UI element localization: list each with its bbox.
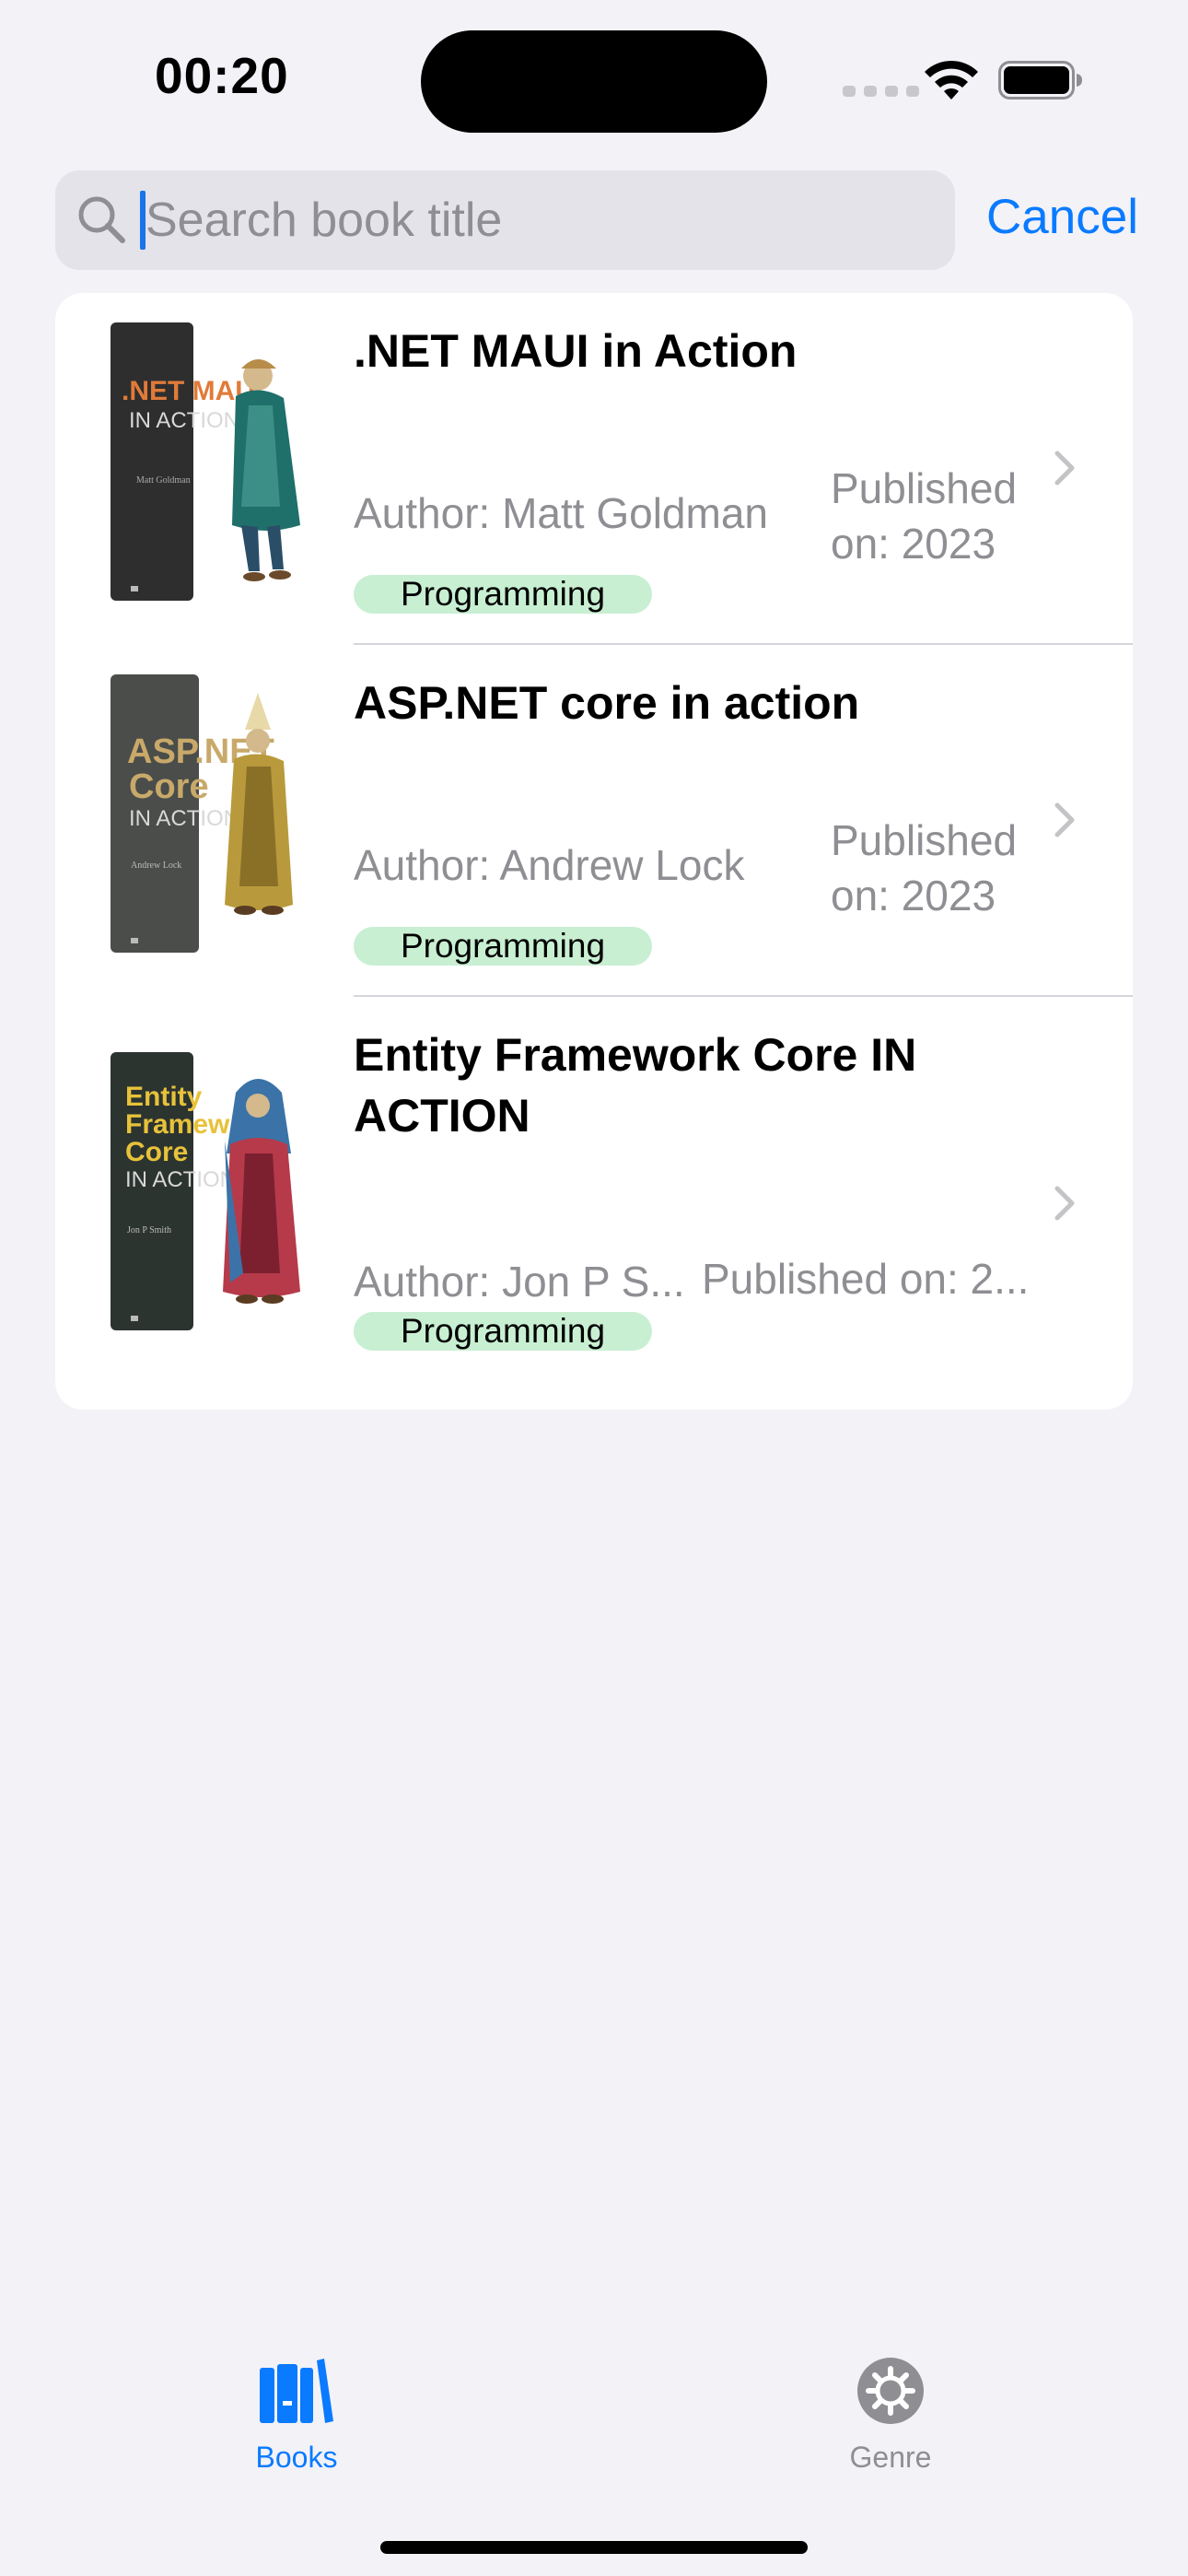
chevron-right-icon bbox=[1054, 802, 1075, 837]
book-published-date: Published on: 2023 bbox=[831, 464, 1018, 568]
chevron-right-icon bbox=[1054, 451, 1075, 486]
tab-books[interactable]: Books bbox=[204, 2354, 389, 2475]
chevron-right-icon bbox=[1054, 1186, 1075, 1221]
status-time: 00:20 bbox=[155, 47, 289, 104]
book-cover-image: ASP.NET Core IN ACTION Andrew Lock bbox=[111, 674, 319, 953]
svg-text:Matt Goldman: Matt Goldman bbox=[136, 475, 191, 486]
book-cover-image: Entity Framework Core IN ACTION Jon P Sm… bbox=[111, 1052, 319, 1330]
book-title: Entity Framework Core IN ACTION bbox=[354, 1029, 917, 1142]
svg-text:IN ACTION: IN ACTION bbox=[125, 1167, 236, 1192]
tab-label: Genre bbox=[849, 2441, 932, 2474]
svg-text:IN ACTION: IN ACTION bbox=[129, 408, 239, 433]
battery-icon bbox=[998, 61, 1082, 100]
dynamic-island bbox=[421, 30, 767, 133]
search-input[interactable] bbox=[146, 170, 938, 270]
genre-badge: Programming bbox=[354, 575, 652, 614]
book-cover-image: .NET MAUI IN ACTION Matt Goldman bbox=[111, 322, 319, 601]
svg-text:Andrew Lock: Andrew Lock bbox=[131, 861, 181, 871]
book-title: .NET MAUI in Action bbox=[354, 325, 798, 377]
book-row[interactable]: ASP.NET Core IN ACTION Andrew Lock ASP.N… bbox=[55, 645, 1133, 997]
svg-text:Core: Core bbox=[125, 1137, 188, 1167]
book-row[interactable]: .NET MAUI IN ACTION Matt Goldman .NET MA… bbox=[55, 293, 1133, 645]
book-row[interactable]: Entity Framework Core IN ACTION Jon P Sm… bbox=[55, 997, 1133, 1410]
svg-text:Core: Core bbox=[129, 767, 209, 806]
books-icon bbox=[260, 2359, 333, 2423]
cellular-signal-icon bbox=[843, 86, 919, 97]
tab-label: Books bbox=[255, 2441, 338, 2474]
genre-badge: Programming bbox=[354, 1312, 652, 1351]
search-icon bbox=[78, 196, 125, 243]
gear-icon bbox=[857, 2358, 924, 2424]
book-published-date: Published on: 2023 bbox=[831, 816, 1018, 919]
tab-genre[interactable]: Genre bbox=[798, 2354, 983, 2475]
book-author: Author: Jon P S... bbox=[354, 1258, 685, 1306]
book-author: Author: Matt Goldman bbox=[354, 489, 768, 537]
svg-text:Jon P Smith: Jon P Smith bbox=[127, 1225, 171, 1235]
search-bar[interactable] bbox=[55, 170, 955, 270]
wifi-icon bbox=[925, 60, 978, 100]
book-title: ASP.NET core in action bbox=[354, 677, 860, 729]
home-indicator bbox=[380, 2541, 808, 2554]
genre-badge: Programming bbox=[354, 927, 652, 966]
book-published-date: Published on: 2... bbox=[702, 1255, 1030, 1303]
cancel-button[interactable]: Cancel bbox=[986, 189, 1138, 245]
svg-text:Entity: Entity bbox=[125, 1082, 203, 1112]
book-list: .NET MAUI IN ACTION Matt Goldman .NET MA… bbox=[55, 293, 1133, 1410]
book-author: Author: Andrew Lock bbox=[354, 841, 745, 889]
svg-text:IN ACTION: IN ACTION bbox=[129, 806, 239, 831]
